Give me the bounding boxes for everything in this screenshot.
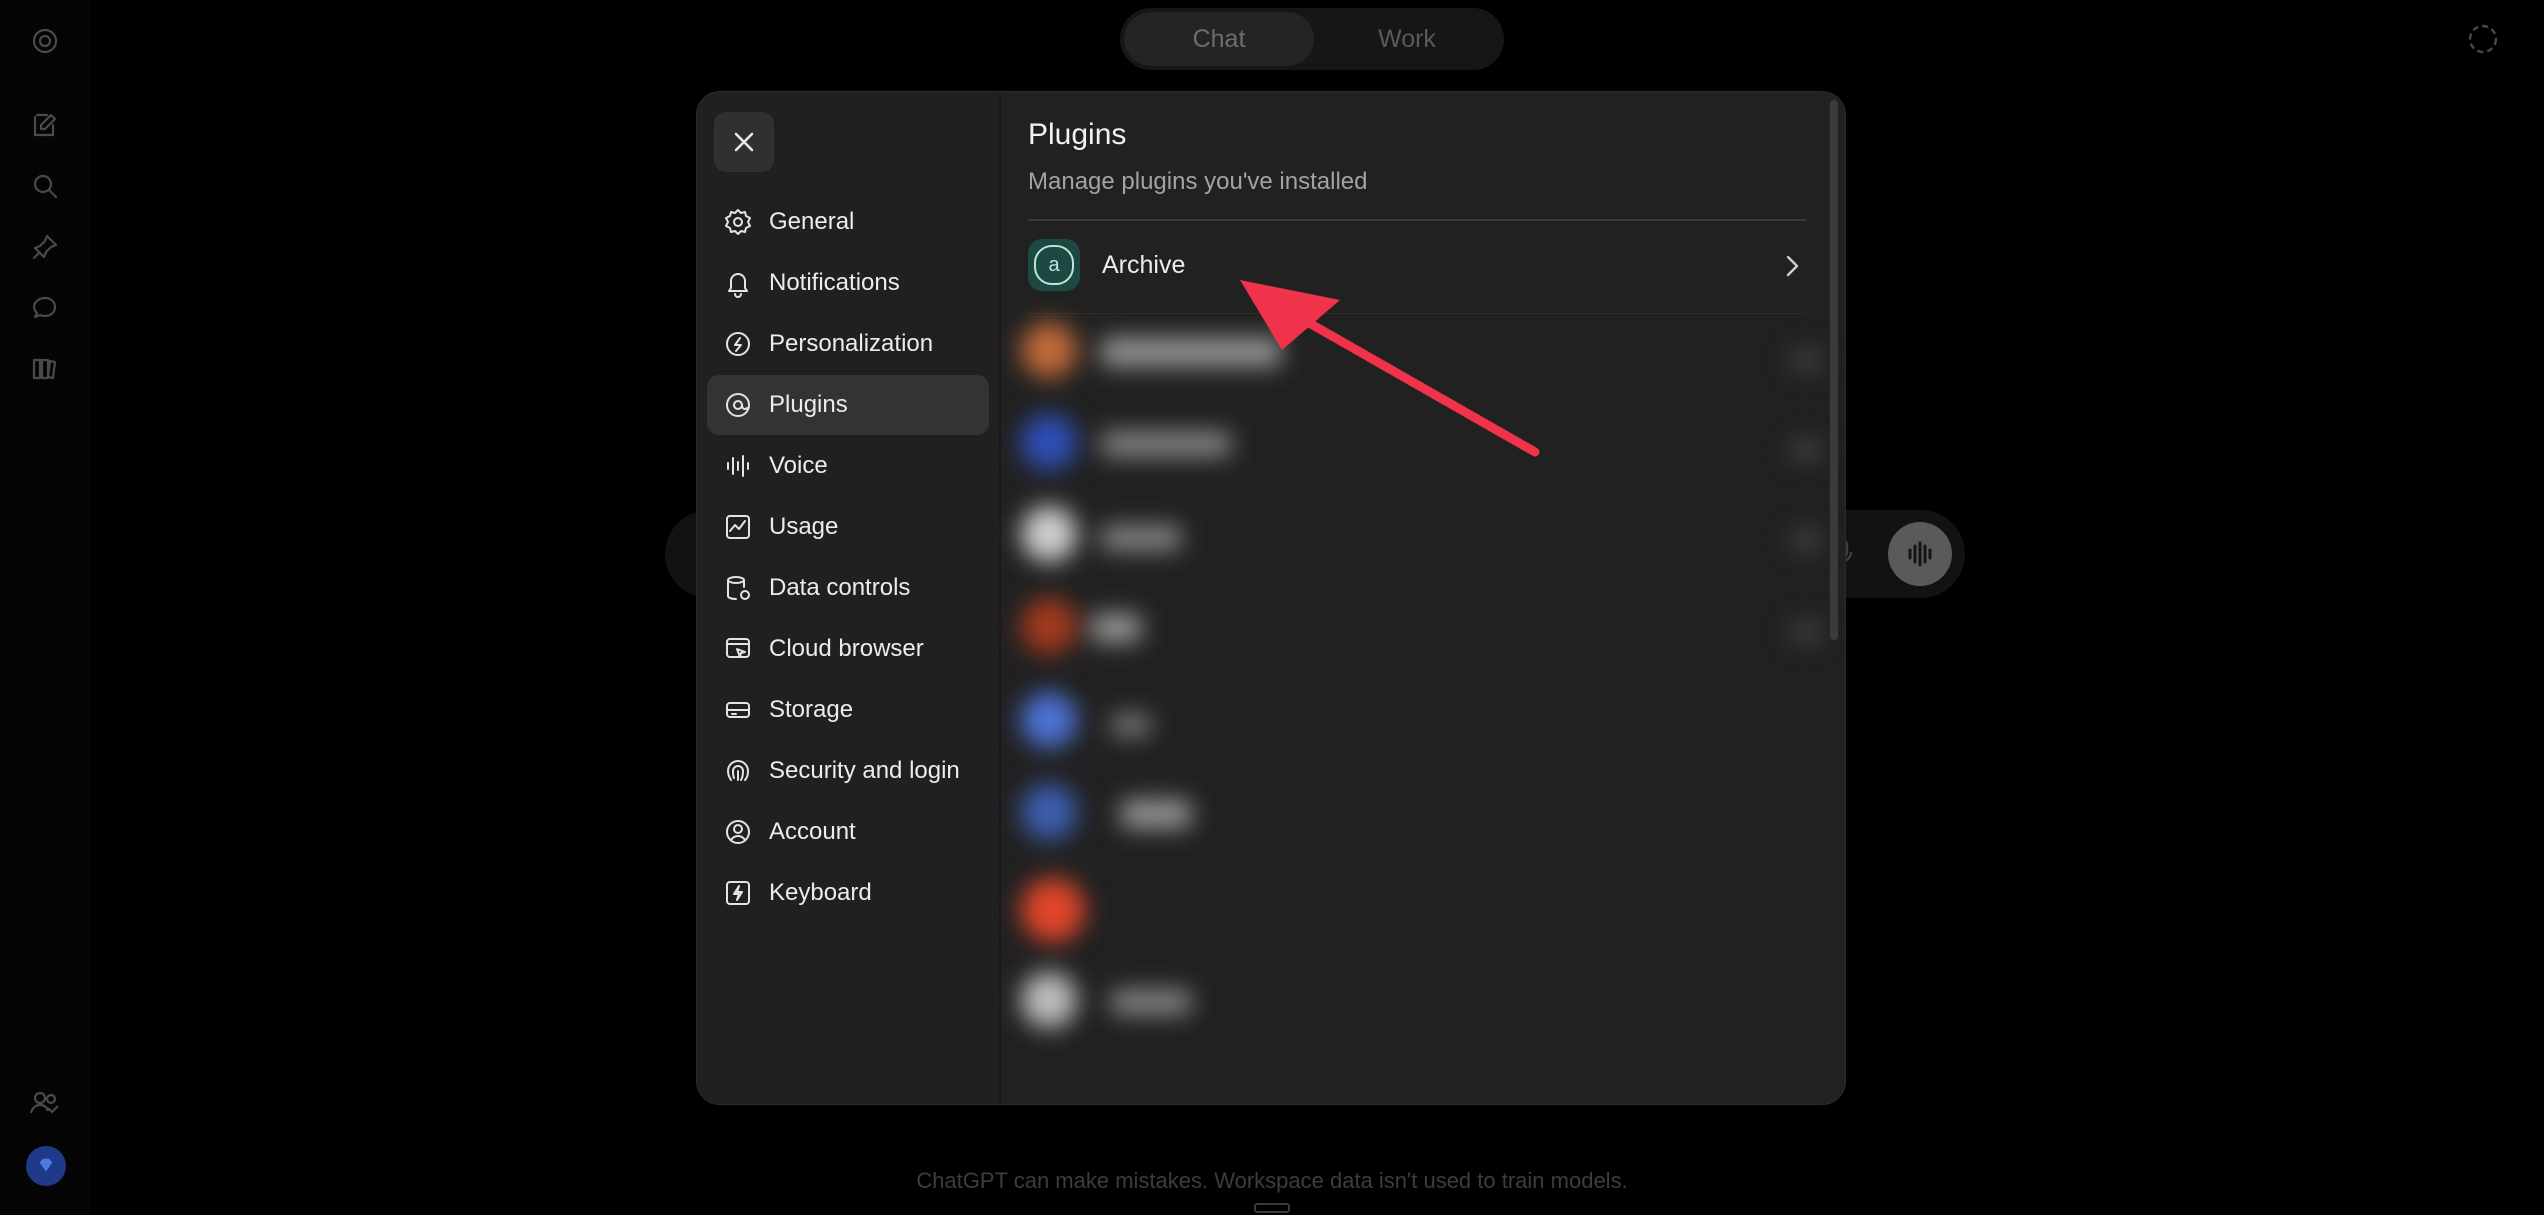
nav-label: Plugins	[769, 391, 848, 418]
temporary-chat-icon[interactable]	[2466, 22, 2500, 56]
bolt-icon	[723, 878, 753, 908]
nav-item-keyboard[interactable]: Keyboard	[707, 863, 989, 923]
home-indicator	[1254, 1203, 1290, 1213]
nav-label: Usage	[769, 513, 839, 540]
footer-disclaimer: ChatGPT can make mistakes. Workspace dat…	[916, 1168, 1628, 1193]
tab-chat[interactable]: Chat	[1124, 12, 1314, 66]
settings-nav: General Notifications Personalization Pl…	[697, 92, 1001, 1104]
nav-item-plugins[interactable]: Plugins	[707, 375, 989, 435]
archive-logo-letter: a	[1034, 245, 1074, 285]
storage-icon	[723, 695, 753, 725]
search-icon[interactable]	[24, 165, 66, 207]
plugin-icon	[723, 390, 753, 420]
nav-item-storage[interactable]: Storage	[707, 680, 989, 740]
nav-label: Personalization	[769, 330, 934, 357]
voice-mode-button[interactable]	[1888, 522, 1952, 586]
nav-label: Data controls	[769, 574, 911, 601]
close-icon	[734, 132, 754, 152]
plugin-name: Archive	[1102, 251, 1186, 279]
user-circle-icon	[723, 817, 753, 847]
nav-item-security-login[interactable]: Security and login	[707, 741, 989, 801]
nav-label: Security and login	[769, 757, 960, 784]
chevron-right-icon	[1780, 253, 1804, 279]
fingerprint-icon	[723, 756, 753, 786]
nav-label: Keyboard	[769, 879, 872, 906]
nav-item-cloud-browser[interactable]: Cloud browser	[707, 619, 989, 679]
nav-label: Voice	[769, 452, 828, 479]
nav-label: Storage	[769, 696, 854, 723]
usage-chart-icon	[723, 512, 753, 542]
waveform-icon	[1908, 541, 1932, 567]
page-subtitle: Manage plugins you've installed	[1028, 168, 1368, 195]
archive-logo-icon: a	[1028, 239, 1080, 291]
cloud-browser-icon	[723, 634, 753, 664]
nav-item-account[interactable]: Account	[707, 802, 989, 862]
nav-label: Account	[769, 818, 856, 845]
page-title: Plugins	[1028, 118, 1127, 151]
nav-item-usage[interactable]: Usage	[707, 497, 989, 557]
library-icon[interactable]	[24, 348, 66, 390]
nav-item-personalization[interactable]: Personalization	[707, 314, 989, 374]
settings-content: Plugins Manage plugins you've installed …	[1001, 92, 1845, 1104]
nav-item-voice[interactable]: Voice	[707, 436, 989, 496]
nav-item-notifications[interactable]: Notifications	[707, 253, 989, 313]
scrollbar[interactable]	[1830, 100, 1838, 640]
settings-modal: General Notifications Personalization Pl…	[696, 91, 1846, 1105]
chat-bubble-icon[interactable]	[24, 287, 66, 329]
gear-icon	[723, 207, 753, 237]
team-icon[interactable]	[28, 1086, 62, 1120]
bell-icon	[723, 268, 753, 298]
close-button[interactable]	[714, 112, 774, 172]
logo-icon[interactable]	[24, 20, 66, 62]
database-icon	[723, 573, 753, 603]
pin-icon[interactable]	[24, 226, 66, 268]
mode-switch: Chat Work	[1120, 8, 1504, 70]
personalization-icon	[723, 329, 753, 359]
new-chat-icon[interactable]	[24, 104, 66, 146]
waveform-icon	[723, 451, 753, 481]
nav-label: General	[769, 208, 855, 235]
tab-work[interactable]: Work	[1314, 12, 1500, 66]
nav-item-general[interactable]: General	[707, 192, 989, 252]
nav-label: Notifications	[769, 269, 900, 296]
annotation-arrow-icon	[1240, 280, 1540, 457]
nav-label: Cloud browser	[769, 635, 924, 662]
nav-item-data-controls[interactable]: Data controls	[707, 558, 989, 618]
